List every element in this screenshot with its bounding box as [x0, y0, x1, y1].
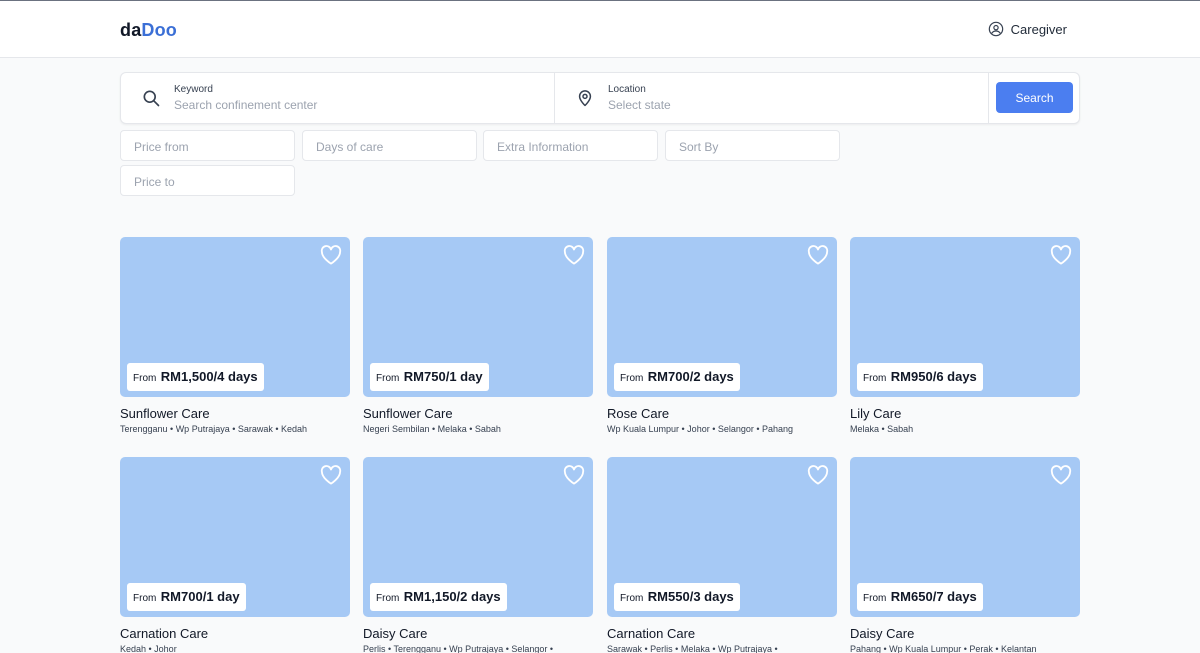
price-amount: RM700/2 days	[647, 369, 734, 384]
listing-card[interactable]: From RM550/3 days Carnation Care Sarawak…	[607, 457, 837, 653]
days-of-care-select[interactable]: Days of care	[302, 130, 477, 161]
listing-image[interactable]: From RM1,500/4 days	[120, 237, 350, 397]
listing-locations: Negeri Sembilan • Melaka • Sabah	[363, 424, 501, 434]
listing-name[interactable]: Sunflower Care	[363, 406, 593, 421]
listing-locations: Sarawak • Perlis • Melaka • Wp Putrajaya…	[607, 644, 778, 653]
location-select[interactable]: Select state	[608, 98, 671, 112]
price-prefix: From	[863, 373, 887, 384]
sort-by-select[interactable]: Sort By	[665, 130, 840, 161]
extra-information-select[interactable]: Extra Information	[483, 130, 658, 161]
caregiver-label: Caregiver	[1010, 21, 1067, 37]
listing-name[interactable]: Daisy Care	[850, 626, 1080, 641]
keyword-label: Keyword	[174, 84, 213, 95]
listing-name[interactable]: Carnation Care	[607, 626, 837, 641]
heart-icon[interactable]	[320, 465, 342, 485]
listing-locations: Perlis • Terengganu • Wp Putrajaya • Sel…	[363, 644, 554, 653]
heart-icon[interactable]	[563, 465, 585, 485]
heart-icon[interactable]	[1050, 245, 1072, 265]
price-to-input[interactable]: Price to	[120, 165, 295, 196]
search-icon	[143, 90, 160, 107]
price-amount: RM700/1 day	[160, 589, 240, 604]
listing-image[interactable]: From RM650/7 days	[850, 457, 1080, 617]
heart-icon[interactable]	[320, 245, 342, 265]
listing-image[interactable]: From RM750/1 day	[363, 237, 593, 397]
listing-card[interactable]: From RM650/7 days Daisy Care Pahang • Wp…	[850, 457, 1080, 653]
listing-image[interactable]: From RM1,150/2 days	[363, 457, 593, 617]
price-prefix: From	[133, 593, 157, 604]
keyword-input[interactable]: Search confinement center	[174, 98, 317, 112]
price-amount: RM950/6 days	[890, 369, 977, 384]
price-prefix: From	[620, 593, 644, 604]
location-label: Location	[608, 84, 646, 95]
listing-locations: Melaka • Sabah	[850, 424, 914, 434]
listing-card[interactable]: From RM1,150/2 days Daisy Care Perlis • …	[363, 457, 593, 653]
listing-card[interactable]: From RM950/6 days Lily Care Melaka • Sab…	[850, 237, 1080, 434]
caregiver-account-link[interactable]: Caregiver	[988, 21, 1067, 37]
price-prefix: From	[620, 373, 644, 384]
price-from-input[interactable]: Price from	[120, 130, 295, 161]
price-badge: From RM750/1 day	[370, 363, 489, 391]
brand-logo[interactable]: daDoo	[120, 20, 177, 41]
search-bar: Keyword Search confinement center Locati…	[120, 72, 1080, 124]
listing-card[interactable]: From RM700/2 days Rose Care Wp Kuala Lum…	[607, 237, 837, 434]
heart-icon[interactable]	[807, 245, 829, 265]
listing-card[interactable]: From RM1,500/4 days Sunflower Care Teren…	[120, 237, 350, 434]
price-prefix: From	[376, 593, 400, 604]
search-button[interactable]: Search	[996, 82, 1073, 113]
logo-text-accent: Doo	[141, 20, 177, 40]
listing-card[interactable]: From RM750/1 day Sunflower Care Negeri S…	[363, 237, 593, 434]
user-circle-icon	[988, 21, 1003, 37]
heart-icon[interactable]	[563, 245, 585, 265]
listing-image[interactable]: From RM950/6 days	[850, 237, 1080, 397]
top-navbar: daDoo Caregiver	[0, 0, 1200, 58]
price-badge: From RM550/3 days	[614, 583, 740, 611]
price-amount: RM1,500/4 days	[160, 369, 258, 384]
heart-icon[interactable]	[1050, 465, 1072, 485]
price-prefix: From	[376, 373, 400, 384]
price-badge: From RM700/2 days	[614, 363, 740, 391]
listing-locations: Terengganu • Wp Putrajaya • Sarawak • Ke…	[120, 424, 308, 434]
price-badge: From RM1,500/4 days	[127, 363, 264, 391]
listing-image[interactable]: From RM700/1 day	[120, 457, 350, 617]
listing-name[interactable]: Daisy Care	[363, 626, 593, 641]
price-badge: From RM1,150/2 days	[370, 583, 507, 611]
listing-locations: Pahang • Wp Kuala Lumpur • Perak • Kelan…	[850, 644, 1037, 653]
price-amount: RM1,150/2 days	[403, 589, 501, 604]
listing-name[interactable]: Rose Care	[607, 406, 837, 421]
location-field[interactable]: Location Select state	[555, 73, 989, 123]
listing-card[interactable]: From RM700/1 day Carnation Care Kedah • …	[120, 457, 350, 653]
listing-image[interactable]: From RM550/3 days	[607, 457, 837, 617]
price-amount: RM750/1 day	[403, 369, 483, 384]
price-badge: From RM950/6 days	[857, 363, 983, 391]
price-amount: RM650/7 days	[890, 589, 977, 604]
logo-text-primary: da	[120, 20, 142, 40]
listing-name[interactable]: Carnation Care	[120, 626, 350, 641]
price-badge: From RM650/7 days	[857, 583, 983, 611]
listing-locations: Kedah • Johor	[120, 644, 177, 653]
listing-name[interactable]: Lily Care	[850, 406, 1080, 421]
price-amount: RM550/3 days	[647, 589, 734, 604]
price-prefix: From	[133, 373, 157, 384]
heart-icon[interactable]	[807, 465, 829, 485]
listing-locations: Wp Kuala Lumpur • Johor • Selangor • Pah…	[607, 424, 794, 434]
listing-name[interactable]: Sunflower Care	[120, 406, 350, 421]
map-pin-icon	[578, 90, 592, 107]
listing-image[interactable]: From RM700/2 days	[607, 237, 837, 397]
keyword-field[interactable]: Keyword Search confinement center	[121, 73, 555, 123]
price-badge: From RM700/1 day	[127, 583, 246, 611]
price-prefix: From	[863, 593, 887, 604]
